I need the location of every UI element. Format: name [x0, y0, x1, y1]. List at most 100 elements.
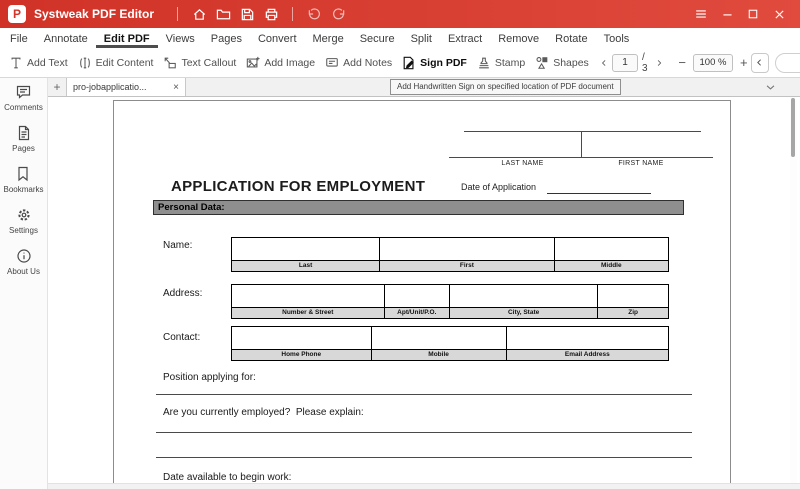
open-file-button[interactable]	[211, 2, 235, 26]
menu-extract[interactable]: Extract	[440, 28, 490, 48]
contact-label: Contact:	[163, 332, 201, 343]
vertical-scrollbar-thumb[interactable]	[791, 98, 795, 157]
form-field-mobile	[372, 327, 507, 349]
menu-convert[interactable]: Convert	[250, 28, 305, 48]
minimize-button[interactable]	[714, 2, 740, 26]
question-employed: Are you currently employed? Please expla…	[163, 407, 364, 418]
menu-edit-pdf[interactable]: Edit PDF	[95, 28, 158, 48]
add-tab-button[interactable]: +	[48, 78, 66, 96]
menu-pages[interactable]: Pages	[203, 28, 250, 48]
text-callout-button[interactable]: Text Callout	[158, 48, 241, 77]
menu-remove[interactable]: Remove	[490, 28, 547, 48]
sidebar-item-about-us[interactable]: About Us	[7, 248, 40, 276]
question-position: Position applying for:	[163, 372, 256, 383]
zoom-out-button[interactable]: −	[675, 55, 689, 70]
sidebar-item-settings[interactable]: Settings	[9, 207, 38, 235]
answer-line	[156, 432, 692, 433]
menu-merge[interactable]: Merge	[305, 28, 352, 48]
close-icon	[774, 9, 784, 19]
form-field-middle	[555, 238, 668, 260]
name-label: Name:	[163, 240, 193, 251]
save-button[interactable]	[235, 2, 259, 26]
search-box[interactable]	[774, 52, 800, 73]
print-button[interactable]	[259, 2, 283, 26]
menu-rotate[interactable]: Rotate	[547, 28, 595, 48]
tab-title: pro-jobapplicatio...	[73, 82, 147, 92]
edit-content-button[interactable]: Edit Content	[73, 48, 159, 77]
menu-tools[interactable]: Tools	[596, 28, 638, 48]
chevron-left-button[interactable]	[750, 52, 769, 73]
document-tab[interactable]: pro-jobapplicatio... ×	[66, 78, 186, 96]
home-icon	[193, 8, 205, 20]
menu-views[interactable]: Views	[158, 28, 203, 48]
close-button[interactable]	[766, 2, 792, 26]
stamp-button[interactable]: Stamp	[472, 48, 530, 77]
add-text-icon	[11, 57, 21, 68]
toolbar: Add Text Edit Content Text Callout Add I…	[0, 48, 800, 78]
zoom-level[interactable]: 100 %	[692, 53, 733, 72]
menu-annotate[interactable]: Annotate	[36, 28, 96, 48]
stamp-icon	[479, 57, 489, 68]
form-field-apt	[385, 285, 450, 307]
col-label-home-phone: Home Phone	[232, 350, 372, 360]
sidebar-label-bookmarks: Bookmarks	[3, 185, 44, 194]
name-box-top-line	[464, 131, 701, 132]
sign-pdf-button[interactable]: Sign PDF	[397, 48, 472, 77]
first-name-label: FIRST NAME	[618, 160, 664, 167]
add-notes-label: Add Notes	[343, 56, 393, 69]
title-bar: P Systweak PDF Editor	[0, 0, 800, 28]
menu-bar: File Annotate Edit PDF Views Pages Conve…	[0, 28, 800, 48]
add-text-button[interactable]: Add Text	[4, 48, 73, 77]
redo-button[interactable]	[326, 2, 350, 26]
personal-data-header: Personal Data:	[153, 200, 684, 215]
next-page-button[interactable]	[655, 57, 663, 69]
redo-icon	[332, 7, 344, 19]
home-button[interactable]	[187, 2, 211, 26]
add-image-button[interactable]: Add Image	[241, 48, 320, 77]
tab-close-icon[interactable]: ×	[169, 82, 179, 93]
col-label-email: Email Address	[564, 351, 610, 358]
previous-page-button[interactable]	[600, 57, 608, 69]
date-underline	[547, 193, 651, 194]
form-field-home-phone	[232, 327, 372, 349]
edit-content-label: Edit Content	[95, 56, 154, 69]
horizontal-scrollbar[interactable]	[48, 483, 800, 489]
printer-icon	[265, 8, 277, 20]
answer-line	[156, 394, 692, 395]
page-navigation: / 3	[600, 52, 664, 74]
add-notes-button[interactable]: Add Notes	[320, 48, 397, 77]
menu-split[interactable]: Split	[403, 28, 440, 48]
sidebar-item-pages[interactable]: Pages	[12, 125, 35, 153]
page-total-label: / 3	[642, 51, 648, 74]
left-sidebar: Comments Pages Bookmarks Settings About …	[0, 78, 48, 489]
name-box-divider	[581, 131, 582, 158]
form-field-last	[232, 238, 381, 260]
menu-file[interactable]: File	[2, 28, 36, 48]
edit-content-icon	[79, 57, 90, 68]
info-icon	[16, 249, 31, 263]
divider	[177, 7, 179, 21]
window-menu-button[interactable]	[688, 2, 714, 26]
menu-secure[interactable]: Secure	[352, 28, 403, 48]
sidebar-item-comments[interactable]: Comments	[4, 84, 43, 112]
bookmark-icon	[18, 166, 29, 182]
last-name-label: LAST NAME	[501, 160, 544, 167]
page-number-input[interactable]	[612, 53, 639, 72]
form-field-street	[232, 285, 385, 307]
collapse-toolbar-button[interactable]	[765, 82, 776, 93]
maximize-button[interactable]	[740, 2, 766, 26]
zoom-in-button[interactable]: +	[737, 55, 751, 70]
col-label-zip: Zip	[628, 309, 638, 316]
sidebar-label-pages: Pages	[12, 144, 35, 153]
sidebar-item-bookmarks[interactable]: Bookmarks	[3, 166, 44, 194]
address-table: Number & Street Apt/Unit/P.O. City, Stat…	[231, 284, 669, 319]
shapes-button[interactable]: Shapes	[530, 48, 594, 77]
undo-button[interactable]	[302, 2, 326, 26]
contact-table: Home Phone Mobile Email Address	[231, 326, 669, 361]
col-label-city-state: City, State	[450, 308, 599, 318]
pdf-page[interactable]: LAST NAME FIRST NAME APPLICATION FOR EMP…	[113, 100, 731, 489]
add-notes-icon	[326, 57, 338, 67]
search-input[interactable]	[780, 57, 800, 68]
col-label-first: First	[380, 261, 555, 271]
form-field-city-state	[450, 285, 599, 307]
